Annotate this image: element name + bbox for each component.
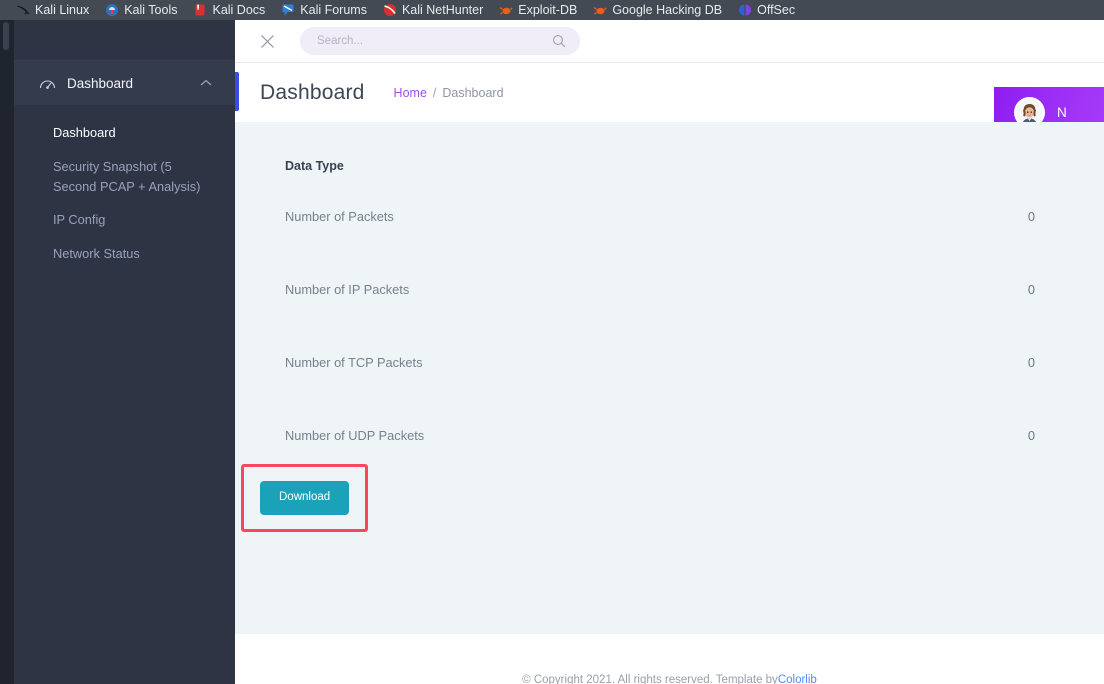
kali-docs-icon [193, 3, 207, 17]
bookmark-offsec[interactable]: OffSec [738, 0, 804, 20]
top-search-bar [235, 20, 1104, 63]
kali-tools-icon [105, 3, 119, 17]
bookmark-label: Kali Linux [35, 3, 90, 17]
chevron-up-icon[interactable] [199, 76, 213, 90]
sidebar-item-security-snapshot[interactable]: Security Snapshot (5 Second PCAP + Analy… [14, 150, 235, 204]
scrollbar-thumb[interactable] [3, 22, 9, 50]
sidebar-item-label: Dashboard [53, 125, 116, 140]
page-header: Dashboard Home / Dashboard N [235, 63, 1104, 137]
sidebar-item-label: IP Config [53, 212, 106, 228]
packets-table: Data Type Number of Packets 0 Number of … [235, 122, 1084, 472]
row-value: 0 [1027, 209, 1035, 224]
breadcrumb-home[interactable]: Home [394, 86, 427, 100]
main-content: Dashboard Home / Dashboard N [235, 20, 1104, 684]
bookmark-google-hacking-db[interactable]: Google Hacking DB [593, 0, 731, 20]
bookmark-kali-forums[interactable]: Kali Forums [281, 0, 376, 20]
download-highlight-box: Download [241, 464, 369, 532]
sidebar-brand-area [14, 20, 235, 61]
row-label: Number of IP Packets [285, 282, 410, 297]
table-row: Number of UDP Packets 0 [235, 399, 1084, 472]
bookmark-kali-tools[interactable]: Kali Tools [105, 0, 186, 20]
sidebar: Dashboard Dashboard Security Snapshot (5… [14, 20, 235, 684]
browser-bookmarks-bar: Kali Linux Kali Tools Kali Docs Kali For… [0, 0, 1104, 20]
sidebar-item-label: Network Status [53, 246, 140, 262]
page-title: Dashboard [260, 80, 365, 104]
close-icon[interactable] [256, 30, 278, 52]
table-row: Number of TCP Packets 0 [235, 326, 1084, 399]
sidebar-item-label: Security Snapshot (5 Second PCAP + Analy… [53, 158, 201, 194]
kali-nethunter-icon [383, 3, 397, 17]
column-header-value [890, 122, 1084, 180]
kali-dragon-icon [16, 3, 30, 17]
page-footer: © Copyright 2021. All rights reserved. T… [235, 634, 1104, 684]
column-header-data-type: Data Type [285, 159, 344, 173]
table-row: Number of Packets 0 [235, 180, 1084, 253]
sidebar-item-network-status[interactable]: Network Status [14, 237, 235, 271]
offsec-icon [738, 3, 752, 17]
row-label: Number of UDP Packets [285, 428, 425, 443]
exploit-db-icon [499, 3, 513, 17]
search-input[interactable] [317, 35, 552, 47]
table-row: Number of IP Packets 0 [235, 253, 1084, 326]
bookmark-label: Kali Forums [300, 3, 367, 17]
dashboard-content: Data Type Number of Packets 0 Number of … [235, 122, 1104, 634]
bookmark-label: Kali NetHunter [401, 3, 484, 17]
breadcrumb-separator: / [432, 85, 437, 100]
bookmark-kali-docs[interactable]: Kali Docs [193, 0, 274, 20]
bookmark-exploit-db[interactable]: Exploit-DB [499, 0, 586, 20]
row-value: 0 [1027, 355, 1035, 370]
user-name: N [1057, 104, 1067, 120]
breadcrumb: Home / Dashboard [394, 86, 504, 100]
bookmark-label: Google Hacking DB [612, 3, 723, 17]
browser-left-rail [0, 20, 14, 684]
bookmark-label: Kali Tools [124, 3, 178, 17]
sidebar-menu-dashboard[interactable]: Dashboard [14, 61, 235, 105]
row-label: Number of Packets [285, 209, 394, 224]
sidebar-item-ip-config[interactable]: IP Config [14, 203, 235, 237]
table-header-row: Data Type [235, 122, 1084, 180]
bookmark-label: Kali Docs [212, 3, 266, 17]
footer-link-colorlib[interactable]: Colorlib [778, 674, 817, 684]
bookmark-label: OffSec [757, 3, 796, 17]
speedometer-icon [38, 77, 56, 90]
search-icon[interactable] [552, 34, 566, 48]
row-value: 0 [1027, 282, 1035, 297]
kali-forums-icon [281, 3, 295, 17]
footer-text: © Copyright 2021. All rights reserved. T… [522, 674, 778, 684]
title-accent-bar [235, 72, 239, 111]
search-box[interactable] [300, 27, 580, 55]
row-value: 0 [1027, 428, 1035, 443]
sidebar-menu-label: Dashboard [67, 75, 134, 91]
bookmark-label: Exploit-DB [518, 3, 578, 17]
sidebar-submenu: Dashboard Security Snapshot (5 Second PC… [14, 105, 235, 271]
breadcrumb-current: Dashboard [442, 85, 504, 100]
google-hacking-db-icon [593, 3, 607, 17]
row-label: Number of TCP Packets [285, 355, 423, 370]
sidebar-item-dashboard[interactable]: Dashboard [14, 116, 235, 150]
bookmark-kali-nethunter[interactable]: Kali NetHunter [383, 0, 492, 20]
bookmark-kali-linux[interactable]: Kali Linux [16, 0, 98, 20]
download-button[interactable]: Download [260, 481, 350, 515]
